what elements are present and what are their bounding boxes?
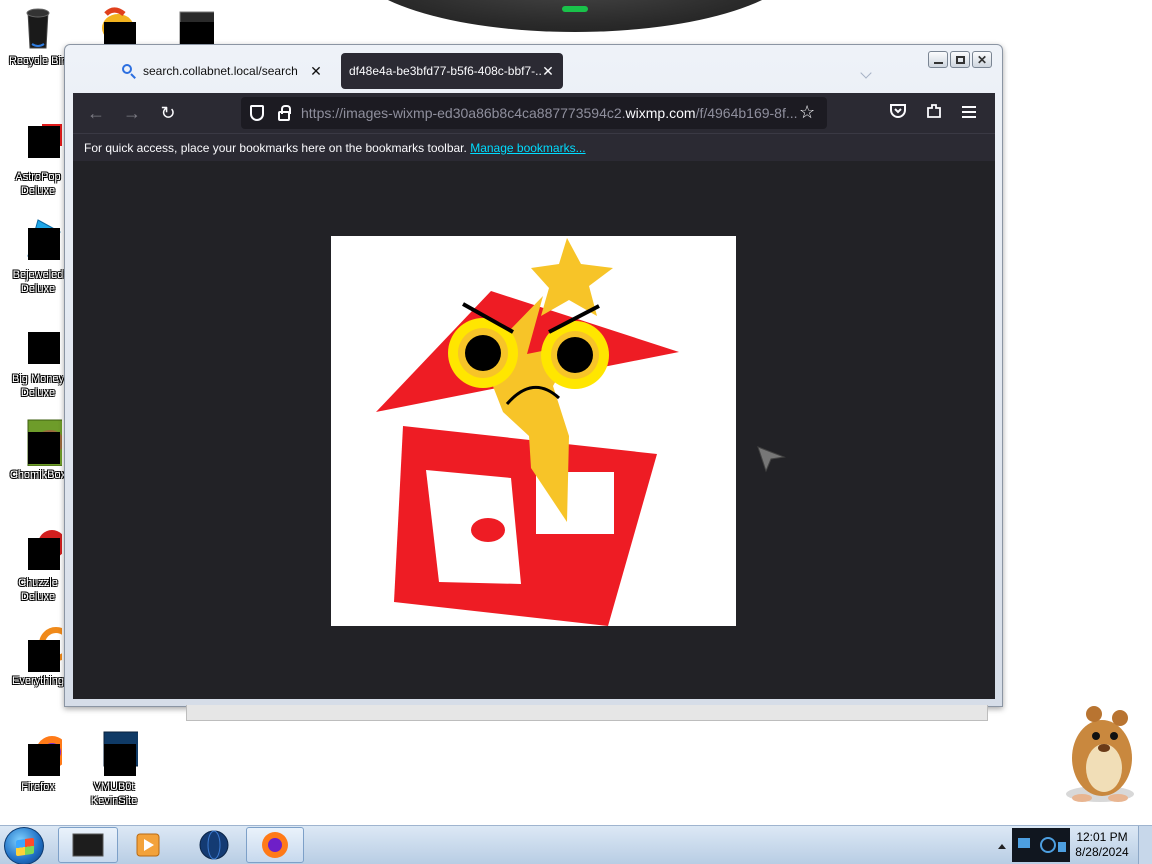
redaction-box (28, 126, 60, 158)
redaction-box (28, 228, 60, 260)
desktop-icon-label: VMUB0t KevinSite (90, 781, 138, 807)
minimize-button[interactable] (928, 51, 948, 68)
close-window-button[interactable]: ✕ (972, 51, 992, 68)
show-hidden-icons-arrow-icon[interactable] (998, 844, 1006, 849)
back-button[interactable]: ← (85, 102, 107, 124)
tab-title: df48e4a-be3bfd77-b5f6-408c-bbf7-... (349, 64, 541, 78)
lock-icon[interactable] (278, 105, 291, 121)
url-text: https://images-wixmp-ed30a86b8c4ca887773… (301, 105, 798, 121)
hamburger-menu-icon[interactable] (959, 102, 979, 124)
taskbar-item-globe[interactable] (188, 827, 238, 863)
redaction-box (104, 744, 136, 776)
maximize-button[interactable] (950, 51, 970, 68)
taskbar-item-terminal[interactable] (58, 827, 118, 863)
pocket-icon[interactable] (888, 102, 908, 124)
monitor-icon (90, 730, 151, 778)
desktop-icon-label: Firefox (21, 781, 55, 793)
address-bar[interactable]: https://images-wixmp-ed30a86b8c4ca887773… (241, 97, 827, 129)
tab-title: search.collabnet.local/search (143, 64, 298, 78)
redaction-box (28, 332, 60, 364)
close-tab-icon[interactable]: ✕ (309, 63, 323, 80)
navigation-toolbar: ← → ↻ https://images-wixmp-ed30a86b8c4ca… (73, 93, 995, 133)
tab-search[interactable]: search.collabnet.local/search ✕ (113, 53, 331, 89)
redaction-box (28, 640, 60, 672)
bejeweled-icon (14, 218, 62, 266)
chuzzle-icon (14, 526, 66, 574)
bookmarks-hint: For quick access, place your bookmarks h… (84, 141, 467, 155)
forward-button[interactable]: → (121, 102, 143, 124)
taskbar-clock[interactable]: 12:01 PM 8/28/2024 (1070, 830, 1134, 860)
tab-strip: search.collabnet.local/search ✕ df48e4a-… (113, 53, 563, 89)
hamster-mascot (1054, 702, 1144, 811)
window-bottom-edge (186, 705, 988, 721)
start-button[interactable] (4, 827, 44, 864)
windows-flag-icon (16, 837, 34, 857)
redaction-box (28, 432, 60, 464)
clock-time: 12:01 PM (1076, 830, 1128, 844)
chomikbox-icon (14, 418, 75, 467)
recycle-bin-icon (14, 4, 62, 52)
window-controls: ✕ (928, 51, 992, 68)
astropop-icon: A (14, 120, 62, 168)
manage-bookmarks-link[interactable]: Manage bookmarks... (470, 141, 585, 155)
clock-date: 8/28/2024 (1075, 845, 1129, 859)
firefox-icon (14, 730, 68, 778)
desktop-icon-vmub0t[interactable]: VMUB0t KevinSite (76, 730, 152, 808)
redaction-box (28, 538, 60, 570)
close-tab-icon[interactable]: ✕ (541, 63, 555, 80)
money-bag-icon (14, 322, 62, 370)
mouse-pointer-icon (756, 445, 786, 478)
displayed-image (331, 236, 736, 626)
redaction-box (28, 744, 60, 776)
extensions-icon[interactable] (924, 102, 944, 124)
taskbar-item-media-player[interactable] (124, 827, 174, 863)
page-content (73, 161, 995, 699)
taskbar: 12:01 PM 8/28/2024 (0, 825, 1152, 864)
tab-list-chevron-icon[interactable] (860, 67, 872, 79)
browser-window[interactable]: ✕ search.collabnet.local/search ✕ df48e4… (64, 44, 1003, 707)
reload-button[interactable]: ↻ (157, 102, 179, 124)
search-icon (121, 63, 137, 79)
dock-indicator-light (562, 6, 588, 12)
bookmark-star-icon[interactable]: ☆ (799, 102, 815, 123)
tracking-shield-icon[interactable] (250, 105, 264, 121)
bookmarks-toolbar: For quick access, place your bookmarks h… (73, 133, 995, 161)
tab-image[interactable]: df48e4a-be3bfd77-b5f6-408c-bbf7-... ✕ (341, 53, 563, 89)
taskbar-item-firefox[interactable] (246, 827, 304, 863)
top-dock-decoration (350, 0, 800, 32)
show-desktop-button[interactable] (1138, 826, 1152, 864)
desktop-icon-firefox[interactable]: Firefox (0, 730, 76, 794)
everything-icon (14, 624, 73, 672)
system-tray[interactable] (1012, 828, 1070, 862)
